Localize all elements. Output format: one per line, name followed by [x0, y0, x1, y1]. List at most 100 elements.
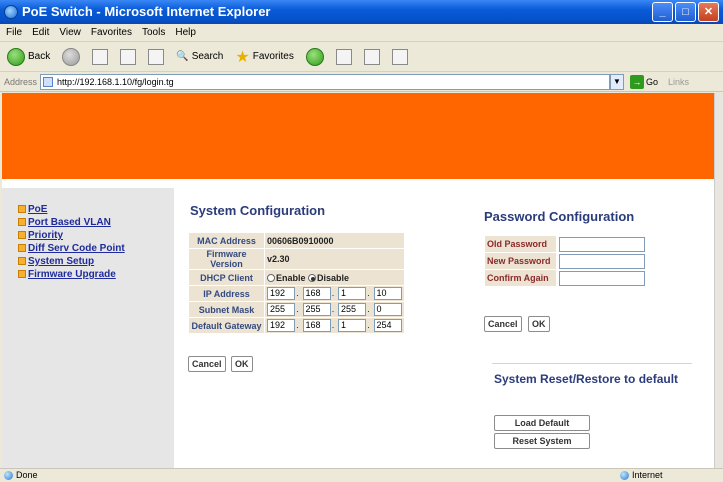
stop-icon — [92, 48, 109, 65]
mask-octet-2[interactable]: 255 — [302, 303, 331, 316]
dhcp-enable-radio[interactable] — [267, 274, 275, 283]
new-password-field[interactable] — [559, 253, 645, 269]
go-button[interactable]: → Go — [630, 74, 658, 89]
sidebar-item-poe[interactable]: PoE — [18, 204, 174, 216]
address-url: http://192.168.1.10/fg/login.tg — [57, 76, 174, 87]
ip-octet-2[interactable]: 168 — [302, 287, 331, 300]
folder-icon — [18, 257, 26, 265]
folder-icon — [18, 218, 26, 226]
sidebar-item-port-vlan[interactable]: Port Based VLAN — [18, 217, 174, 229]
menu-file[interactable]: File — [6, 24, 22, 41]
title-bar: PoE Switch - Microsoft Internet Explorer… — [0, 0, 723, 24]
refresh-button[interactable] — [117, 45, 139, 69]
sidebar-item-system-setup[interactable]: System Setup — [18, 256, 174, 268]
mail-icon — [363, 48, 380, 65]
gw-octet-1[interactable]: 192 — [267, 319, 295, 332]
media-button[interactable] — [303, 45, 327, 69]
system-config-heading: System Configuration — [190, 203, 326, 218]
table-row: Subnet Mask 255. 255. 255. 0 — [188, 301, 405, 318]
stop-button[interactable] — [89, 45, 111, 69]
gw-octet-3[interactable]: 1 — [338, 319, 367, 332]
subnet-fields: 255. 255. 255. 0 — [264, 301, 405, 318]
mac-value: 00606B0910000 — [264, 232, 405, 249]
password-table: Old Password New Password Confirm Again — [484, 235, 648, 287]
sidebar-item-diffserv[interactable]: Diff Serv Code Point — [18, 243, 174, 255]
system-config-table: MAC Address 00606B0910000 Firmware Versi… — [188, 232, 405, 334]
close-button[interactable]: ✕ — [698, 2, 719, 22]
dhcp-disable-label: Disable — [317, 272, 350, 283]
address-input[interactable]: http://192.168.1.10/fg/login.tg — [40, 73, 610, 90]
mask-octet-4[interactable]: 0 — [373, 303, 402, 316]
system-cancel-button[interactable]: Cancel — [188, 356, 226, 372]
sidebar-item-label: Firmware Upgrade — [28, 269, 116, 280]
reset-system-button[interactable]: Reset System — [494, 433, 590, 449]
dhcp-enable-label: Enable — [276, 272, 306, 283]
print-button[interactable] — [389, 45, 411, 69]
old-password-label: Old Password — [484, 235, 557, 253]
minimize-button[interactable]: _ — [652, 2, 673, 22]
table-row: DHCP Client Enable Disable — [188, 269, 405, 286]
sidebar-item-priority[interactable]: Priority — [18, 230, 174, 242]
media-icon — [305, 47, 324, 66]
history-button[interactable] — [333, 45, 355, 69]
reset-heading: System Reset/Restore to default — [494, 372, 679, 386]
page-done-icon — [4, 471, 13, 480]
home-button[interactable] — [145, 45, 167, 69]
load-default-button[interactable]: Load Default — [494, 415, 590, 431]
mask-octet-1[interactable]: 255 — [267, 303, 295, 316]
address-dropdown[interactable]: ▼ — [610, 73, 624, 90]
folder-icon — [18, 270, 26, 278]
sidebar-item-label: Priority — [28, 230, 64, 241]
password-ok-button[interactable]: OK — [528, 316, 550, 332]
mac-label: MAC Address — [188, 232, 265, 249]
ip-octet-1[interactable]: 192 — [267, 287, 295, 300]
menu-tools[interactable]: Tools — [142, 24, 165, 41]
ie-logo-icon — [4, 5, 18, 19]
old-password-cell — [556, 235, 648, 253]
maximize-button[interactable]: □ — [675, 2, 696, 22]
back-label: Back — [28, 51, 51, 62]
ip-octet-4[interactable]: 10 — [373, 287, 402, 300]
old-password-field[interactable] — [559, 236, 645, 252]
go-arrow-icon: → — [630, 74, 644, 89]
dhcp-disable-radio[interactable] — [308, 274, 317, 283]
search-button[interactable]: 🔍 Search — [173, 45, 226, 69]
mask-octet-3[interactable]: 255 — [338, 303, 367, 316]
new-password-label: New Password — [484, 252, 557, 270]
favorites-button[interactable]: ★ Favorites — [232, 45, 296, 69]
dhcp-label: DHCP Client — [188, 269, 265, 286]
back-button[interactable]: Back — [4, 45, 53, 69]
password-config-heading: Password Configuration — [484, 209, 635, 224]
internet-zone-icon — [620, 471, 629, 480]
system-ok-button[interactable]: OK — [231, 356, 253, 372]
menu-favorites[interactable]: Favorites — [91, 24, 132, 41]
toolbar: Back 🔍 Search ★ Favorites — [0, 42, 723, 72]
sidebar-item-label: Diff Serv Code Point — [28, 243, 125, 254]
password-cancel-button[interactable]: Cancel — [484, 316, 522, 332]
confirm-password-field[interactable] — [559, 270, 645, 286]
dhcp-options: Enable Disable — [264, 269, 405, 286]
divider — [492, 363, 692, 364]
sidebar: PoE Port Based VLAN Priority Diff Serv C… — [2, 188, 174, 468]
links-label[interactable]: Links — [668, 77, 689, 87]
table-row: MAC Address 00606B0910000 — [188, 232, 405, 249]
firmware-value: v2.30 — [264, 248, 405, 270]
table-row: Old Password — [484, 235, 648, 253]
folder-icon — [18, 205, 26, 213]
ip-octet-3[interactable]: 1 — [338, 287, 367, 300]
table-row: IP Address 192. 168. 1. 10 — [188, 285, 405, 302]
mail-button[interactable] — [361, 45, 383, 69]
sidebar-item-firmware[interactable]: Firmware Upgrade — [18, 269, 174, 281]
gateway-fields: 192. 168. 1. 254 — [264, 317, 405, 334]
menu-help[interactable]: Help — [175, 24, 196, 41]
vertical-scrollbar[interactable] — [714, 93, 723, 468]
gw-octet-4[interactable]: 254 — [373, 319, 402, 332]
search-label: Search — [191, 51, 224, 62]
address-bar: Address http://192.168.1.10/fg/login.tg … — [0, 72, 723, 92]
forward-button[interactable] — [59, 45, 83, 69]
home-icon — [148, 48, 165, 65]
menu-view[interactable]: View — [59, 24, 81, 41]
sidebar-item-label: PoE — [28, 204, 48, 215]
menu-edit[interactable]: Edit — [32, 24, 49, 41]
gw-octet-2[interactable]: 168 — [302, 319, 331, 332]
